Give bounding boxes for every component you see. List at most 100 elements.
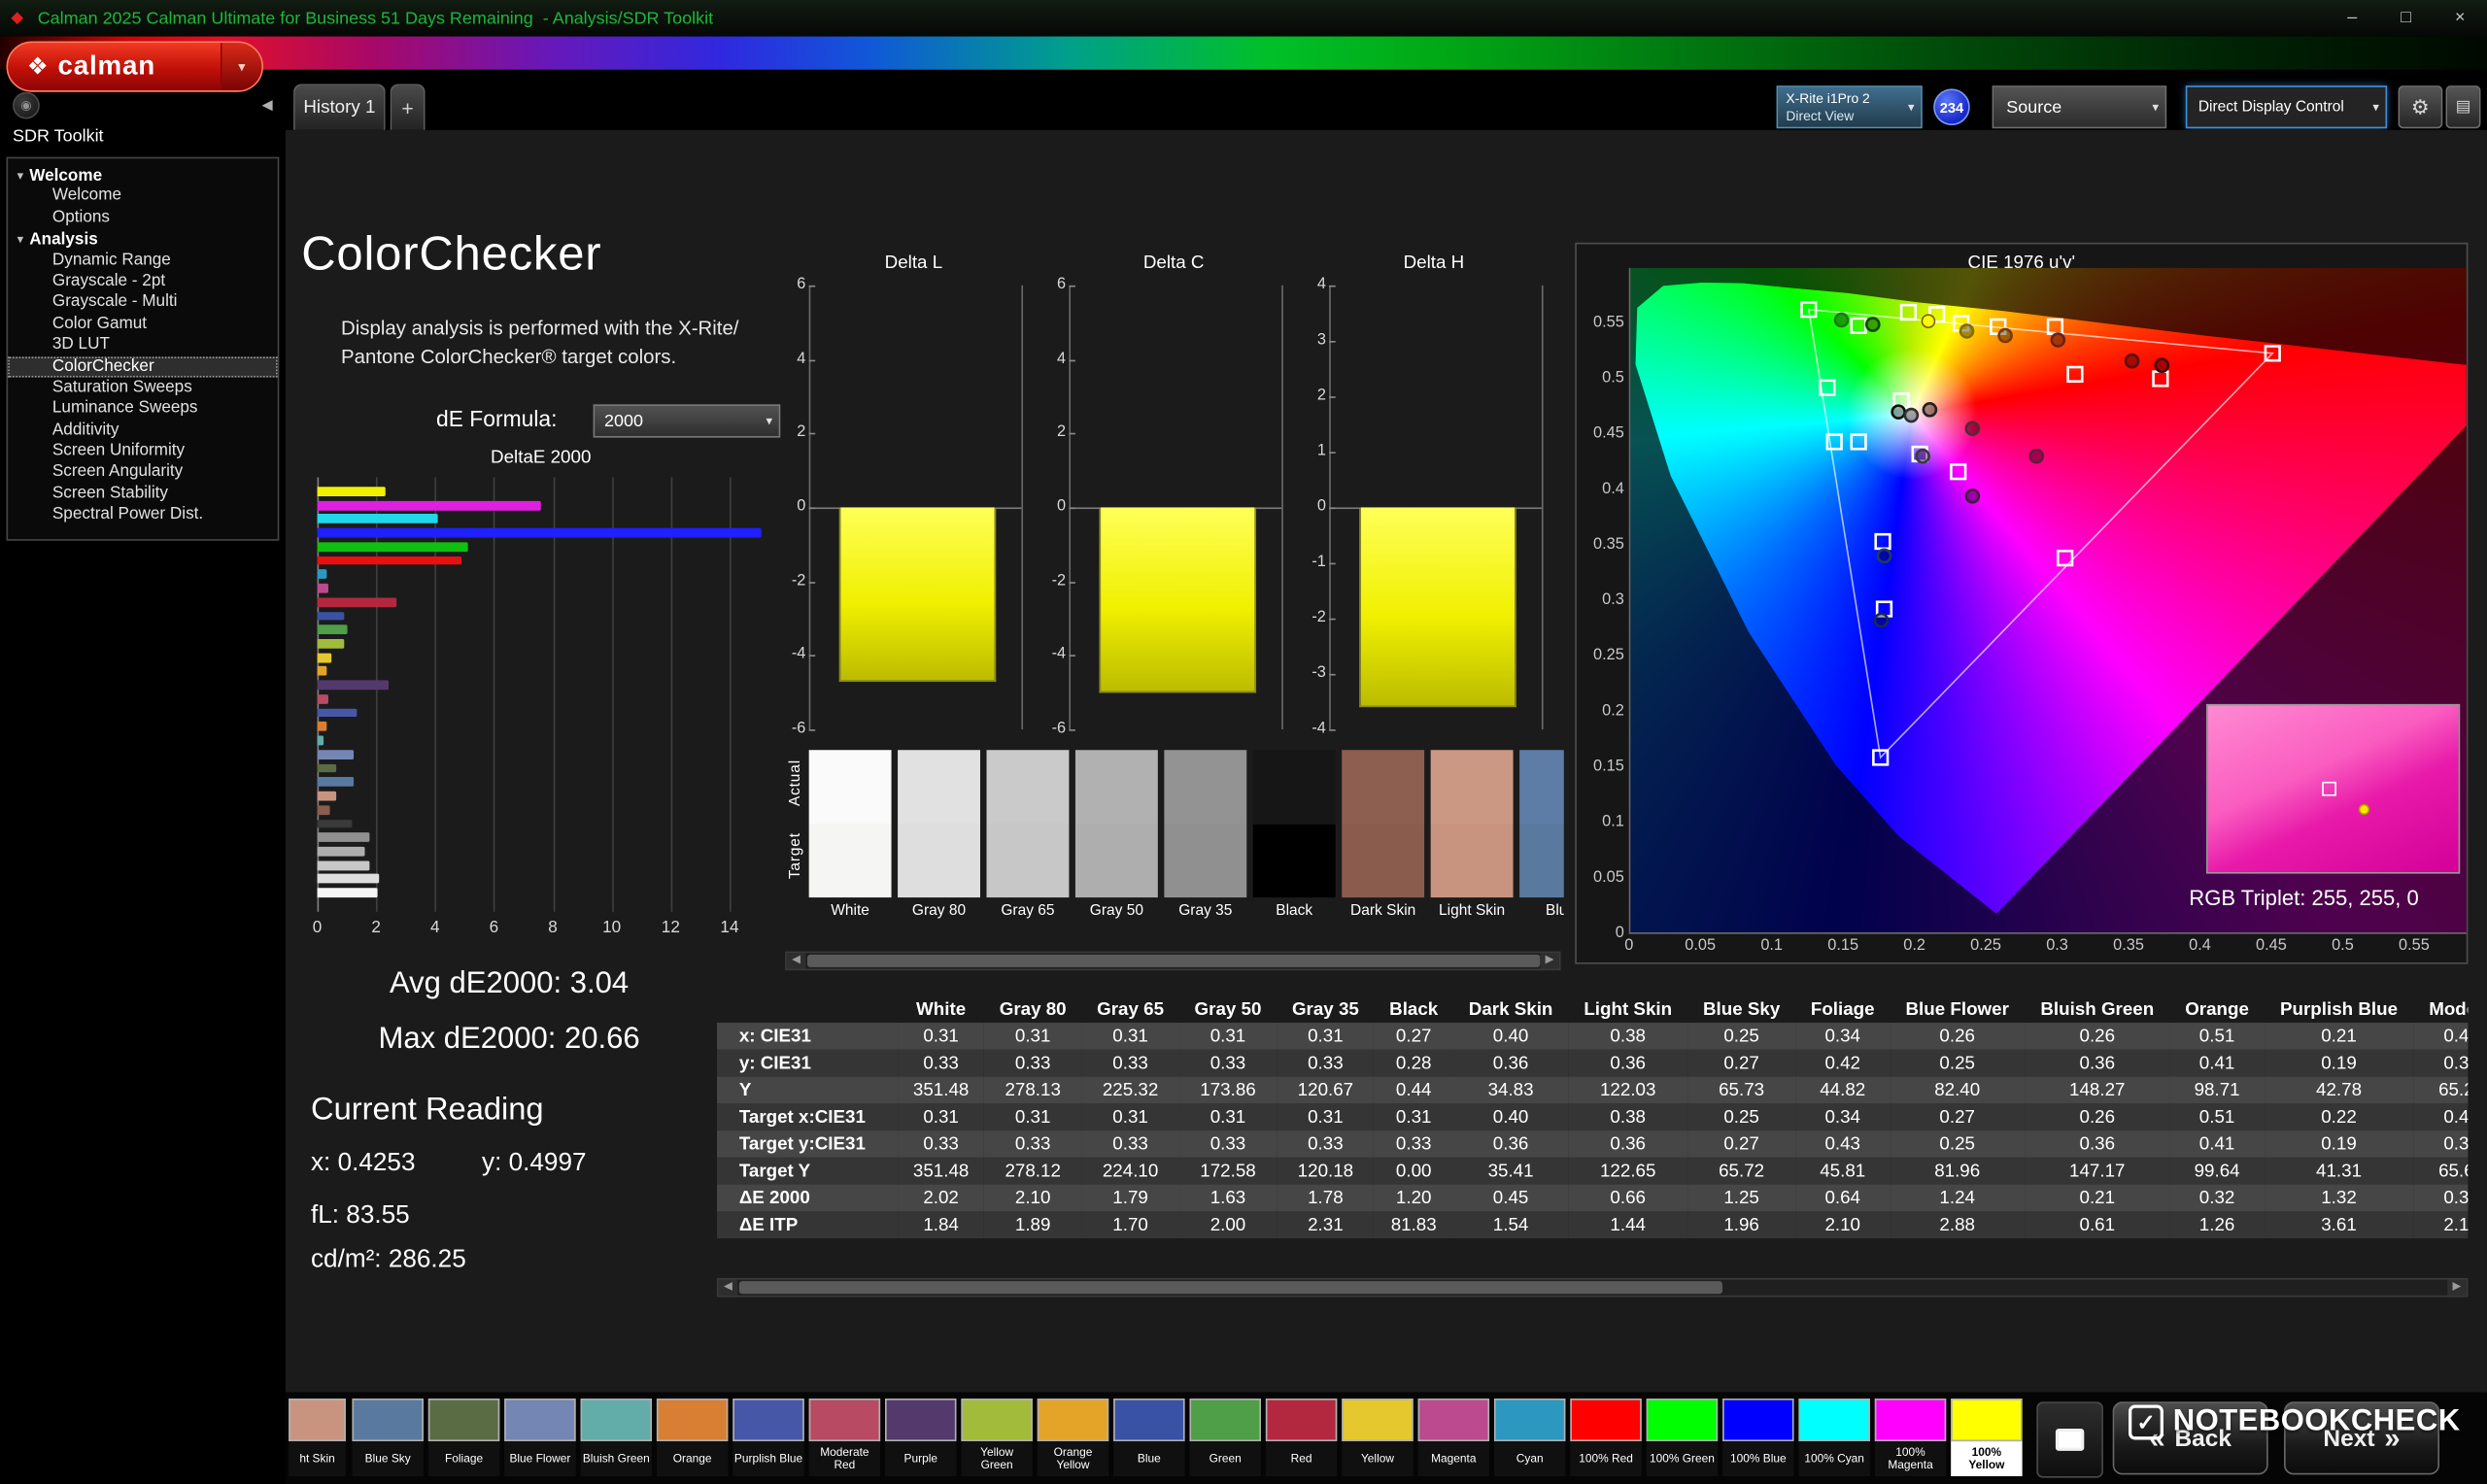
sidebar-item-3d-lut[interactable]: 3D LUT: [8, 335, 278, 356]
y-tick-label: 0.5: [1580, 369, 1624, 387]
measured-marker: [1878, 550, 1891, 562]
table-row-target-x-cie31: Target x:CIE310.310.310.310.310.310.310.…: [717, 1103, 2468, 1130]
display-control-dropdown[interactable]: Direct Display Control ▾: [2186, 85, 2387, 128]
swatch-scrollbar[interactable]: ◀ ▶: [785, 952, 1560, 971]
patch-label: 100% Yellow: [1951, 1441, 2022, 1476]
sidebar-item-screen-angularity[interactable]: Screen Angularity: [8, 462, 278, 484]
x-tick-label: 0.35: [2105, 937, 2153, 955]
scroll-thumb[interactable]: [739, 1281, 1722, 1294]
patch-button-orange-yellow[interactable]: Orange Yellow: [1038, 1399, 1108, 1479]
table-scrollbar[interactable]: ◀ ▶: [717, 1278, 2468, 1298]
patch-bar: ht SkinBlue SkyFoliageBlue FlowerBluish …: [286, 1392, 2487, 1484]
patch-button-yellow-green[interactable]: Yellow Green: [961, 1399, 1032, 1479]
sidebar-item-additivity[interactable]: Additivity: [8, 420, 278, 441]
tree-section-analysis[interactable]: ▾Analysis: [8, 228, 278, 250]
column-header-gray-65: Gray 65: [1081, 995, 1178, 1023]
next-label: Next: [2323, 1425, 2374, 1452]
x-tick-label: 12: [652, 918, 690, 937]
bar-purple: [318, 681, 389, 690]
patch-button-foliage[interactable]: Foliage: [428, 1399, 499, 1479]
patch-button-purplish-blue[interactable]: Purplish Blue: [732, 1399, 803, 1479]
meter-dropdown[interactable]: X-Rite i1Pro 2 Direct View ▾: [1777, 85, 1923, 128]
y-tick-label: 4: [1307, 276, 1326, 293]
patch-swatch: [1113, 1399, 1184, 1441]
sidebar-item-dynamic-range[interactable]: Dynamic Range: [8, 250, 278, 271]
source-dropdown[interactable]: Source ▾: [1993, 85, 2167, 128]
minimize-button[interactable]: –: [2325, 0, 2379, 37]
calman-menu-button[interactable]: ❖ calman ▾: [7, 41, 263, 91]
sidebar-item-colorchecker[interactable]: ColorChecker: [8, 356, 278, 378]
y-tick-label: 0.2: [1580, 702, 1624, 720]
tick-mark: [1329, 341, 1336, 343]
patch-button-blue[interactable]: Blue: [1113, 1399, 1184, 1479]
patch-button-yellow[interactable]: Yellow: [1342, 1399, 1413, 1479]
back-button[interactable]: « Back: [2113, 1401, 2268, 1474]
patch-button-blue-flower[interactable]: Blue Flower: [504, 1399, 575, 1479]
y-tick-label: 0: [1307, 498, 1326, 516]
patch-button-blue-sky[interactable]: Blue Sky: [352, 1399, 423, 1479]
sidebar-item-luminance-sweeps[interactable]: Luminance Sweeps: [8, 398, 278, 420]
patch-button-magenta[interactable]: Magenta: [1418, 1399, 1489, 1479]
patch-button-red[interactable]: Red: [1266, 1399, 1337, 1479]
next-button[interactable]: Next »: [2284, 1401, 2439, 1474]
patch-button-green[interactable]: Green: [1189, 1399, 1260, 1479]
table-cell: 0.31: [1179, 1023, 1277, 1050]
maximize-button[interactable]: □: [2379, 0, 2434, 37]
sidebar-item-options[interactable]: Options: [8, 208, 278, 229]
patch-swatch: [289, 1399, 346, 1441]
scroll-right-icon[interactable]: ▶: [2447, 1280, 2467, 1296]
settings-button[interactable]: ⚙: [2399, 85, 2443, 128]
avg-de2000: Avg dE2000: 3.04: [311, 967, 707, 1002]
scroll-right-icon[interactable]: ▶: [1540, 953, 1559, 968]
table-cell: 0.31: [984, 1103, 1081, 1130]
patch-button-ht-skin[interactable]: ht Skin: [289, 1399, 346, 1479]
scroll-left-icon[interactable]: ◀: [719, 1280, 738, 1296]
layout-button[interactable]: ▤: [2446, 85, 2481, 128]
tree-section-welcome[interactable]: ▾Welcome: [8, 165, 278, 186]
patch-button-bluish-green[interactable]: Bluish Green: [581, 1399, 652, 1479]
measured-marker: [1966, 422, 1979, 435]
table-cell: 65.73: [1687, 1077, 1795, 1104]
sidebar-item-color-gamut[interactable]: Color Gamut: [8, 314, 278, 335]
tab-history-1[interactable]: History 1: [293, 84, 386, 130]
sidebar-item-grayscale-multi[interactable]: Grayscale - Multi: [8, 292, 278, 314]
sidebar-item-spectral-power-dist[interactable]: Spectral Power Dist.: [8, 505, 278, 526]
patch-button-100-green[interactable]: 100% Green: [1647, 1399, 1718, 1479]
table-cell: 2.10: [1795, 1211, 1890, 1238]
sidebar-item-welcome[interactable]: Welcome: [8, 186, 278, 208]
table-cell: 44.82: [1795, 1077, 1890, 1104]
description-line: Display analysis is performed with the X…: [341, 318, 738, 340]
session-button[interactable]: ◉: [13, 92, 40, 119]
scroll-thumb[interactable]: [807, 955, 1540, 967]
table-cell: 1.25: [1687, 1185, 1795, 1212]
tick-mark: [809, 656, 816, 658]
pattern-window-button[interactable]: [2036, 1401, 2103, 1477]
patch-button-100-magenta[interactable]: 100% Magenta: [1875, 1399, 1946, 1479]
patch-button-100-red[interactable]: 100% Red: [1570, 1399, 1641, 1479]
patch-button-moderate-red[interactable]: Moderate Red: [809, 1399, 880, 1479]
sidebar-item-saturation-sweeps[interactable]: Saturation Sweeps: [8, 377, 278, 398]
patch-button-100-cyan[interactable]: 100% Cyan: [1798, 1399, 1869, 1479]
patch-label: 100% Green: [1647, 1441, 1718, 1476]
table-cell: 0.26: [2025, 1103, 2169, 1130]
patch-swatch: [1798, 1399, 1869, 1441]
collapse-sidebar-button[interactable]: ◀: [262, 97, 273, 115]
table-cell: 0.41: [2169, 1050, 2264, 1077]
sidebar-item-screen-uniformity[interactable]: Screen Uniformity: [8, 441, 278, 462]
patch-button-cyan[interactable]: Cyan: [1494, 1399, 1565, 1479]
patch-button-100-blue[interactable]: 100% Blue: [1722, 1399, 1793, 1479]
patch-button-orange[interactable]: Orange: [657, 1399, 728, 1479]
measured-marker: [1999, 329, 2012, 342]
sidebar-item-grayscale-2pt[interactable]: Grayscale - 2pt: [8, 271, 278, 292]
table-cell: 35.41: [1453, 1158, 1569, 1185]
bar-100-yellow: [318, 487, 386, 495]
de-formula-dropdown[interactable]: 2000 ▾: [594, 404, 781, 437]
delta-bar-100-yellow: [1359, 507, 1516, 707]
new-tab-button[interactable]: +: [391, 84, 426, 130]
patch-button-100-yellow[interactable]: 100% Yellow: [1951, 1399, 2022, 1479]
sidebar-item-screen-stability[interactable]: Screen Stability: [8, 484, 278, 505]
close-button[interactable]: ×: [2433, 0, 2487, 37]
scroll-left-icon[interactable]: ◀: [787, 953, 806, 968]
patch-button-purple[interactable]: Purple: [885, 1399, 956, 1479]
column-header-bluish-green: Bluish Green: [2025, 995, 2169, 1023]
